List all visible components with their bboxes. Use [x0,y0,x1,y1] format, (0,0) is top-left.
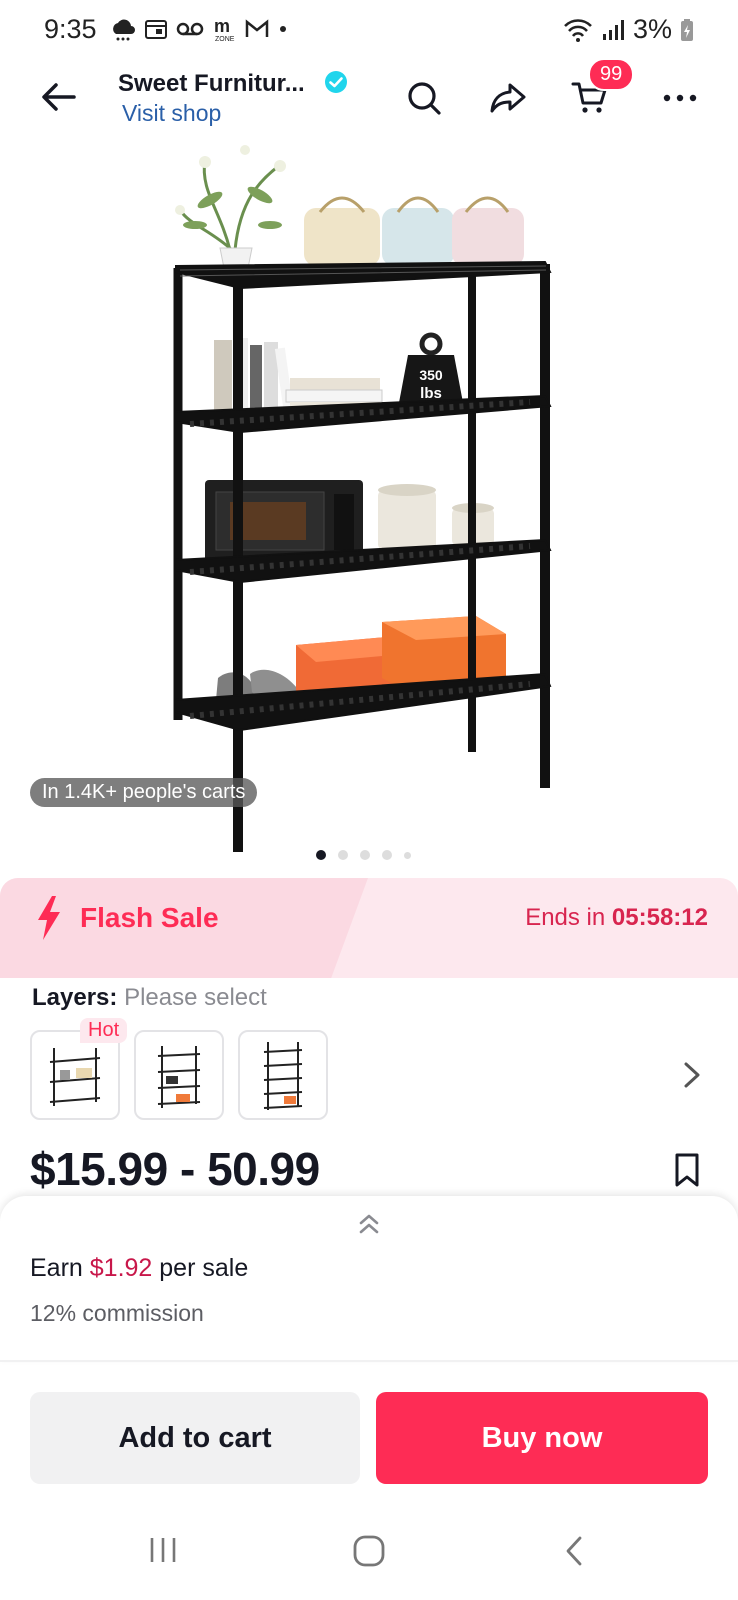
pager-dot [360,850,370,860]
shop-name[interactable]: Sweet Furnitur... [118,70,305,98]
bookmark-icon[interactable] [672,1152,702,1188]
pager-dot [338,850,348,860]
variant-thumbnail-image [263,1042,303,1110]
verified-badge-icon [325,71,347,93]
variant-thumbnail-image [49,1048,101,1106]
chevron-right-icon[interactable] [680,1060,704,1090]
product-image[interactable]: 350 lbs [150,140,580,860]
visit-shop-link[interactable]: Visit shop [122,100,221,127]
microwave-illustration [205,480,363,562]
signal-icon [602,19,624,40]
handbags-illustration [304,196,524,266]
svg-text:lbs: lbs [420,385,442,402]
countdown-prefix: Ends in [525,904,606,931]
pager-dot [382,850,392,860]
gmail-icon [245,19,269,37]
clock: 9:35 [44,14,97,44]
search-icon[interactable] [404,78,444,118]
earn-suffix: per sale [159,1254,249,1282]
add-to-cart-button[interactable]: Add to cart [30,1392,360,1484]
shelf-frame [173,260,552,852]
price-range: $15.99 - 50.99 [30,1143,320,1195]
flash-sale-countdown: Ends in 05:58:12 [525,904,708,932]
social-proof-pill: In 1.4K+ people's carts [30,778,258,807]
earn-per-sale: Earn $1.92 per sale [30,1254,248,1283]
battery-charging-icon [681,18,693,41]
system-indicators: 3% [563,14,694,45]
m-zone-icon: mZONE [214,16,235,42]
share-icon[interactable] [488,78,528,118]
weight-350lbs-illustration: 350 lbs [398,332,464,408]
wifi-icon [564,18,592,42]
hot-tag: Hot [80,1018,128,1043]
variant-selector-label[interactable]: Layers: Please select [32,984,267,1012]
svg-text:m: m [214,16,230,36]
back-arrow-icon[interactable] [38,76,80,118]
flash-sale-label: Flash Sale [80,902,219,933]
svg-text:ZONE: ZONE [215,36,235,42]
more-notifications-icon [280,26,286,32]
countdown-timer: 05:58:12 [611,904,708,931]
double-chevron-up-icon[interactable] [354,1208,384,1240]
pager-dot-active [316,850,326,860]
status-bar: 9:35 m ZONE 3% [0,0,738,60]
variant-thumbnail-5-tier[interactable] [238,1030,328,1120]
plant-illustration [175,145,286,269]
more-options-icon[interactable] [660,78,700,118]
system-back-icon[interactable] [562,1534,586,1568]
calendar-icon [145,20,167,39]
recent-apps-icon[interactable] [148,1534,178,1566]
notification-icons: m ZONE [110,16,288,42]
variant-thumbnail-4-tier[interactable] [134,1030,224,1120]
canisters-illustration [378,484,494,550]
weather-icon [113,19,135,41]
buy-now-button[interactable]: Buy now [376,1392,708,1484]
earn-amount: $1.92 [89,1254,153,1282]
home-icon[interactable] [352,1534,386,1568]
variant-thumbnail-image [157,1046,201,1108]
variant-value: Please select [124,984,267,1011]
battery-percent: 3% [632,14,672,44]
voicemail-icon [176,22,204,36]
image-pager-dots [316,850,411,860]
pager-dot [404,851,411,859]
commission-rate: 12% commission [30,1300,204,1326]
variant-label: Layers: [32,984,118,1011]
lightning-bolt-icon [38,896,60,940]
cart-count-badge: 99 [588,58,635,91]
earn-prefix: Earn [30,1254,83,1282]
variant-thumbnail-3-tier[interactable] [30,1030,120,1120]
divider [0,1360,738,1362]
system-navigation-bar [0,1520,738,1600]
svg-text:350: 350 [419,367,443,383]
